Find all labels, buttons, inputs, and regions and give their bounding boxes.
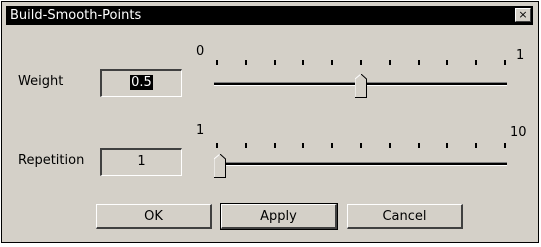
slider-tick	[244, 143, 247, 148]
repetition-slider-track[interactable]	[214, 162, 507, 166]
repetition-value-text: 1	[137, 154, 146, 169]
slider-tick	[475, 143, 478, 148]
slider-tick	[273, 60, 276, 65]
repetition-min-label: 1	[196, 123, 205, 138]
weight-max-label: 1	[516, 48, 525, 63]
slider-tick	[417, 143, 420, 148]
weight-value-field[interactable]: 0.5	[100, 69, 182, 97]
slider-tick	[417, 60, 420, 65]
close-icon: ×	[518, 8, 528, 21]
slider-tick	[360, 60, 362, 65]
apply-button[interactable]: Apply	[220, 203, 338, 230]
slider-tick	[388, 60, 391, 65]
weight-slider-ticks	[216, 60, 506, 66]
repetition-label: Repetition	[18, 153, 85, 168]
weight-slider-thumb[interactable]	[354, 74, 367, 98]
slider-tick	[331, 143, 334, 148]
close-button[interactable]: ×	[515, 8, 531, 22]
cancel-button[interactable]: Cancel	[347, 204, 463, 229]
slider-tick	[388, 143, 391, 148]
repetition-max-label: 10	[510, 125, 527, 140]
slider-tick	[504, 60, 506, 65]
slider-tick	[446, 143, 449, 148]
slider-tick	[504, 143, 506, 148]
window-title: Build-Smooth-Points	[10, 8, 142, 23]
weight-label: Weight	[18, 74, 64, 89]
slider-tick	[446, 60, 449, 65]
slider-tick	[273, 143, 276, 148]
slider-tick	[216, 143, 218, 148]
weight-min-label: 0	[196, 44, 205, 59]
title-bar[interactable]: Build-Smooth-Points ×	[6, 6, 533, 25]
slider-tick	[475, 60, 478, 65]
slider-tick	[244, 60, 247, 65]
repetition-slider-thumb[interactable]	[214, 154, 226, 178]
dialog-window: Build-Smooth-Points × Weight 0.5 0 1 Rep…	[1, 1, 539, 243]
slider-tick	[331, 60, 334, 65]
repetition-value-field[interactable]: 1	[100, 148, 182, 176]
slider-tick	[302, 60, 305, 65]
weight-value-text: 0.5	[130, 75, 153, 90]
repetition-slider-ticks	[216, 143, 506, 149]
slider-tick	[216, 60, 218, 65]
slider-tick	[360, 143, 362, 148]
ok-button[interactable]: OK	[96, 204, 212, 229]
slider-tick	[302, 143, 305, 148]
